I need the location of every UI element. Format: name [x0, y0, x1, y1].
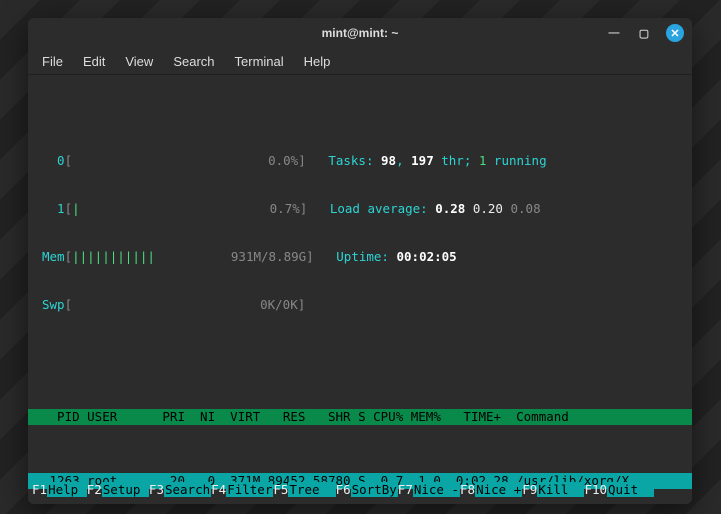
fkey-label: Nice +	[475, 482, 522, 497]
terminal-output[interactable]: 0[0.0%] Tasks: 98, 197 thr; 1 running 1[…	[28, 75, 692, 504]
fkey-F7[interactable]: F7	[398, 482, 413, 497]
fkey-label: Kill	[537, 482, 584, 497]
terminal-window: mint@mint: ~ — ▢ ✕ File Edit View Search…	[28, 18, 692, 504]
fkey-F4[interactable]: F4	[211, 482, 226, 497]
fkey-F6[interactable]: F6	[336, 482, 351, 497]
menu-search[interactable]: Search	[173, 54, 214, 69]
fkey-label: Search	[164, 482, 211, 497]
mem-meter: Mem[|||||||||||931M/8.89G] Uptime: 00:02…	[28, 249, 692, 265]
fkey-label: Quit	[607, 482, 654, 497]
fkey-label: Tree	[288, 482, 335, 497]
close-button[interactable]: ✕	[666, 24, 684, 42]
swp-meter: Swp[0K/0K]	[28, 297, 692, 313]
titlebar[interactable]: mint@mint: ~ — ▢ ✕	[28, 18, 692, 48]
menu-file[interactable]: File	[42, 54, 63, 69]
fkey-label: Help	[47, 482, 87, 497]
cpu0-meter: 0[0.0%] Tasks: 98, 197 thr; 1 running	[28, 153, 692, 169]
desktop: mint@mint: ~ — ▢ ✕ File Edit View Search…	[0, 0, 721, 514]
fkey-label: Filter	[226, 482, 273, 497]
fkey-F8[interactable]: F8	[460, 482, 475, 497]
column-header[interactable]: PID USER PRI NI VIRT RES SHR S CPU% MEM%…	[28, 409, 692, 425]
menu-view[interactable]: View	[125, 54, 153, 69]
menu-help[interactable]: Help	[304, 54, 331, 69]
fkey-label: Nice -	[413, 482, 460, 497]
function-key-bar: F1Help F2Setup F3SearchF4FilterF5Tree F6…	[28, 482, 692, 498]
minimize-button[interactable]: —	[606, 25, 622, 41]
fkey-F9[interactable]: F9	[522, 482, 537, 497]
maximize-button[interactable]: ▢	[636, 25, 652, 41]
fkey-F3[interactable]: F3	[149, 482, 164, 497]
cpu1-meter: 1[|0.7%] Load average: 0.28 0.20 0.08	[28, 201, 692, 217]
fkey-label: Setup	[102, 482, 149, 497]
menubar: File Edit View Search Terminal Help	[28, 48, 692, 75]
menu-terminal[interactable]: Terminal	[235, 54, 284, 69]
fkey-label: SortBy	[351, 482, 398, 497]
window-title: mint@mint: ~	[322, 26, 399, 40]
menu-edit[interactable]: Edit	[83, 54, 105, 69]
fkey-F5[interactable]: F5	[273, 482, 288, 497]
fkey-F10[interactable]: F10	[584, 482, 607, 497]
fkey-F2[interactable]: F2	[87, 482, 102, 497]
fkey-F1[interactable]: F1	[32, 482, 47, 497]
